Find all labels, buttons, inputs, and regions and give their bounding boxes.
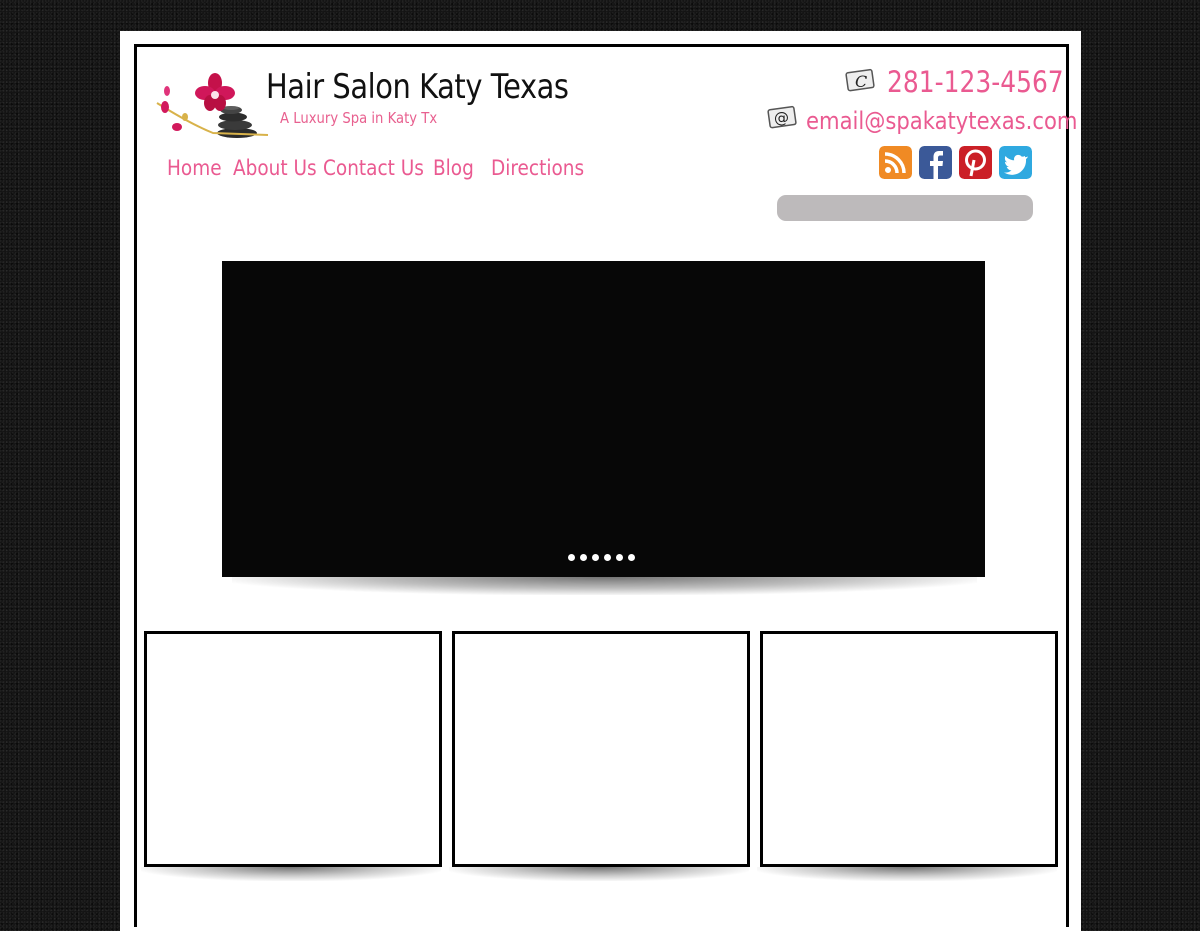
svg-text:C: C xyxy=(855,72,867,91)
nav-home[interactable]: Home xyxy=(167,156,222,180)
nav-contact-us[interactable]: Contact Us xyxy=(323,156,424,180)
slider-dot[interactable] xyxy=(604,554,611,561)
email-address[interactable]: email@spakatytexas.com xyxy=(806,107,1077,135)
twitter-icon[interactable] xyxy=(999,146,1032,179)
slider-dot[interactable] xyxy=(580,554,587,561)
site-tagline: A Luxury Spa in Katy Tx xyxy=(280,109,438,127)
image-slider[interactable] xyxy=(222,261,985,577)
phone-number[interactable]: 281-123-4567 xyxy=(887,65,1064,99)
feature-box-1 xyxy=(144,631,442,867)
facebook-icon[interactable] xyxy=(919,146,952,179)
feature-box-shadow xyxy=(757,867,1057,881)
rss-icon[interactable] xyxy=(879,146,912,179)
email-icon: @ xyxy=(767,105,797,129)
svg-text:@: @ xyxy=(774,109,789,127)
nav-about-us[interactable]: About Us xyxy=(233,156,317,180)
pinterest-icon[interactable] xyxy=(959,146,992,179)
slider-dot[interactable] xyxy=(592,554,599,561)
orchid-stones-logo[interactable] xyxy=(153,73,271,141)
search-bar[interactable] xyxy=(777,195,1033,221)
nav-blog[interactable]: Blog xyxy=(433,156,474,180)
nav-directions[interactable]: Directions xyxy=(491,156,584,180)
feature-box-3 xyxy=(760,631,1058,867)
slider-dot[interactable] xyxy=(628,554,635,561)
feature-box-2 xyxy=(452,631,750,867)
slider-dot[interactable] xyxy=(568,554,575,561)
slider-shadow xyxy=(232,577,977,595)
slider-dot[interactable] xyxy=(616,554,623,561)
feature-box-shadow xyxy=(449,867,749,881)
phone-icon: C xyxy=(845,68,875,92)
site-title[interactable]: Hair Salon Katy Texas xyxy=(266,67,569,107)
page-container: Hair Salon Katy Texas A Luxury Spa in Ka… xyxy=(120,31,1081,931)
feature-box-shadow xyxy=(141,867,441,881)
